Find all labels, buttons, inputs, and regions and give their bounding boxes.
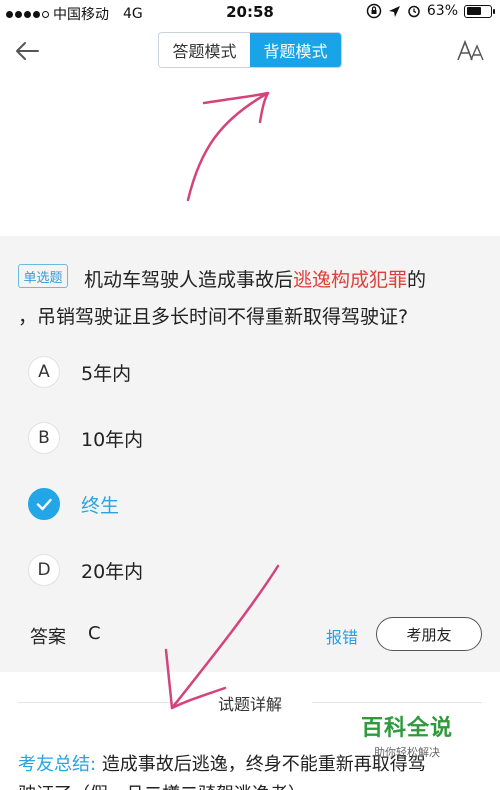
tab-answer-mode[interactable]: 答题模式 xyxy=(159,33,250,67)
battery-fill xyxy=(466,7,481,15)
status-bar: 中国移动 4G 20:58 63% xyxy=(0,0,500,26)
summary-line2: 驶证了（假，且二樽二骑驾逃逸者） xyxy=(18,780,306,790)
font-size-icon[interactable] xyxy=(456,36,486,66)
option-text-a: 5年内 xyxy=(81,362,132,385)
question-text-part1: 机动车驾驶人造成事故后 xyxy=(84,269,294,291)
tab-recite-mode[interactable]: 背题模式 xyxy=(250,33,341,67)
status-right: 63% xyxy=(366,3,495,19)
battery-percent: 63% xyxy=(426,3,458,19)
back-arrow-icon[interactable] xyxy=(12,36,42,66)
location-icon xyxy=(388,5,400,17)
mode-switch: 答题模式 背题模式 xyxy=(158,32,342,68)
annotation-arrow-up xyxy=(186,91,270,202)
ask-friends-button[interactable]: 考朋友 xyxy=(376,617,482,651)
option-a[interactable]: A 5年内 xyxy=(28,354,131,390)
question-text-line1: 机动车驾驶人造成事故后逃逸构成犯罪的 xyxy=(84,265,426,292)
watermark-logo: 百科全说 助你轻松解决 xyxy=(342,710,472,766)
answer-label: 答案 xyxy=(30,627,66,648)
question-text-highlight: 逃逸构成犯罪 xyxy=(293,269,408,291)
option-letter-b: B xyxy=(28,422,60,454)
orientation-lock-icon xyxy=(366,3,382,19)
question-text-line2: ，吊销驾驶证且多长时间不得重新取得驾驶证? xyxy=(18,306,409,328)
question-type-tag: 单选题 xyxy=(18,264,68,288)
option-b[interactable]: B 10年内 xyxy=(28,420,143,456)
nav-bar: 答题模式 背题模式 xyxy=(0,26,500,76)
option-c[interactable]: 终生 xyxy=(28,486,119,522)
answer-value: C xyxy=(88,623,101,644)
option-text-c: 终生 xyxy=(81,494,120,517)
battery-icon xyxy=(464,4,495,18)
watermark-subtitle: 助你轻松解决 xyxy=(374,746,440,759)
alarm-icon xyxy=(408,5,420,18)
option-text-b: 10年内 xyxy=(81,428,144,451)
report-error-link[interactable]: 报错 xyxy=(326,624,358,648)
watermark-title: 百科全说 xyxy=(360,716,453,741)
option-letter-d: D xyxy=(28,554,60,586)
option-d[interactable]: D 20年内 xyxy=(28,552,143,588)
checkmark-icon xyxy=(28,488,60,520)
question-text-part2: 的 xyxy=(407,269,427,291)
option-letter-a: A xyxy=(28,356,60,388)
summary-label: 考友总结: xyxy=(18,754,97,775)
option-text-d: 20年内 xyxy=(81,560,144,583)
